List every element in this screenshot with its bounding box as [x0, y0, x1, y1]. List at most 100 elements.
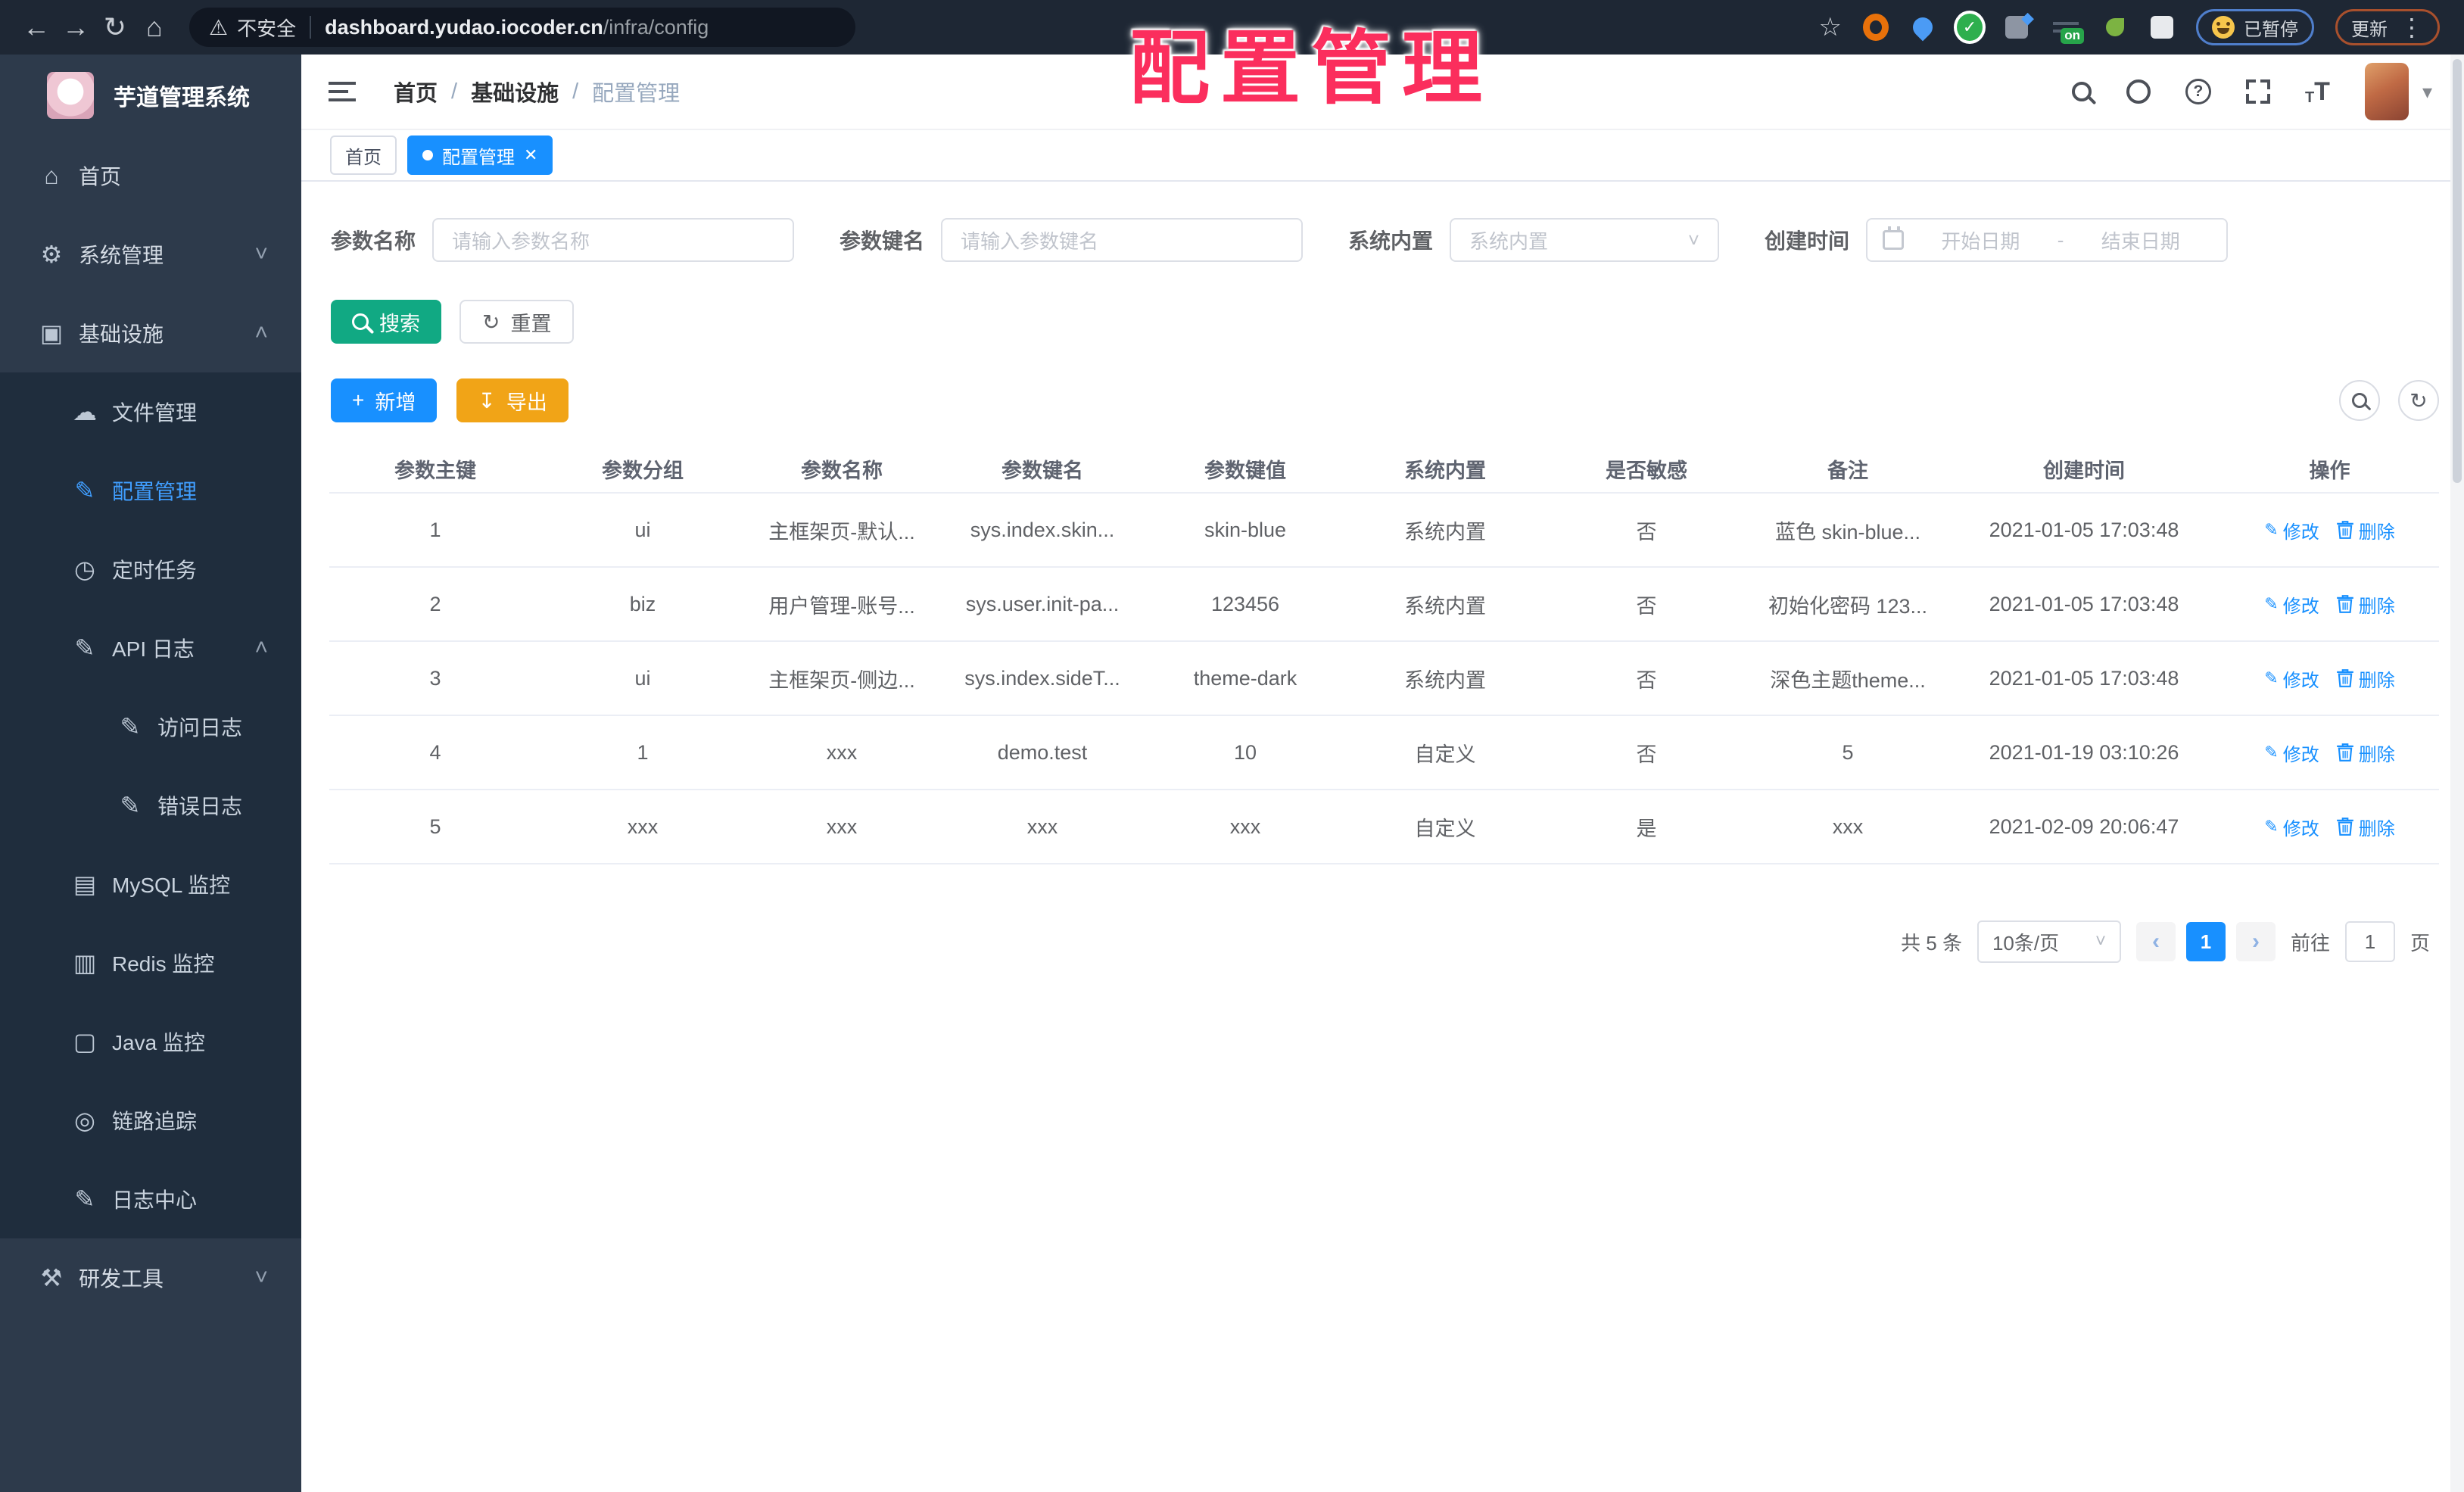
font-size-icon[interactable]: TT [2305, 77, 2330, 107]
security-warning-icon[interactable]: ⚠ [209, 15, 228, 40]
pagination: 共 5 条 10条/页 ˅ ‹ 1 › 前往 1 页 [301, 920, 2430, 963]
edit-link[interactable]: ✎ 修改 [2264, 814, 2319, 840]
sidebar-item-label: API 日志 [112, 637, 195, 661]
browser-menu-icon[interactable]: ⋮ [2400, 13, 2424, 42]
sidebar-item-文件管理[interactable]: ☁ 文件管理 [0, 372, 301, 451]
search-label: 搜索 [379, 312, 420, 335]
close-icon[interactable]: ✕ [524, 145, 537, 165]
chevron-up-icon: ˄ [254, 635, 268, 660]
table-cell: ui [634, 518, 651, 541]
table-cell: 否 [1636, 668, 1657, 692]
sidebar-item-访问日志[interactable]: ✎ 访问日志 [0, 687, 301, 766]
sidebar-item-API 日志[interactable]: ✎ API 日志 ˄ [0, 609, 301, 687]
fullscreen-icon[interactable] [2245, 79, 2270, 104]
ext-check-icon[interactable]: ✓ [1957, 14, 1983, 41]
ext-pin-icon[interactable] [1908, 13, 1937, 42]
sidebar-item-label: 研发工具 [79, 1267, 164, 1291]
current-page[interactable]: 1 [2185, 922, 2226, 961]
edit-link[interactable]: ✎ 修改 [2264, 591, 2319, 618]
sidebar-item-链路追踪[interactable]: ◎ 链路追踪 [0, 1081, 301, 1160]
bookmark-star-icon[interactable]: ☆ [1819, 12, 1842, 42]
page-size-select[interactable]: 10条/页 ˅ [1976, 920, 2121, 963]
magnifier-icon [352, 313, 369, 330]
table-cell: 主框架页-默认... [768, 520, 915, 544]
table-cell: sys.index.sideT... [964, 666, 1120, 690]
chevron-down-icon[interactable]: ▾ [2422, 80, 2432, 104]
gear-icon: ⚙ [40, 241, 63, 268]
sidebar-item-Java 监控[interactable]: ▢ Java 监控 [0, 1002, 301, 1081]
browser-update-button[interactable]: 更新 ⋮ [2335, 9, 2440, 45]
ext-puzzle-icon[interactable] [2149, 14, 2175, 40]
toggle-search-button[interactable] [2339, 380, 2380, 421]
sidebar-item-定时任务[interactable]: ◷ 定时任务 [0, 530, 301, 609]
app-logo-row[interactable]: 芋道管理系统 [0, 55, 301, 136]
forward-button[interactable]: → [56, 11, 95, 43]
back-button[interactable]: ← [17, 11, 56, 43]
reload-button[interactable]: ↻ [95, 11, 135, 43]
sidebar-toggle[interactable] [329, 82, 356, 101]
ext-on-badge-icon[interactable]: on [2051, 12, 2084, 44]
scrollbar[interactable] [2450, 55, 2464, 1492]
next-page-button[interactable]: › [2235, 922, 2276, 961]
magnifier-glyph [2071, 82, 2092, 101]
breadcrumb-item[interactable]: 基础设施 [471, 76, 559, 107]
scrollbar-thumb[interactable] [2453, 59, 2462, 483]
delete-link[interactable]: 删除 [2336, 665, 2395, 692]
refresh-table-button[interactable]: ↻ [2398, 380, 2439, 421]
breadcrumb-item[interactable]: 首页 [394, 76, 438, 107]
add-button[interactable]: + 新增 [331, 378, 438, 422]
sidebar-item-label: 基础设施 [79, 322, 164, 346]
sidebar-item-错误日志[interactable]: ✎ 错误日志 [0, 766, 301, 845]
table-cell: 是 [1636, 817, 1657, 840]
breadcrumb-item[interactable]: 配置管理 [592, 76, 680, 107]
column-header: 操作 [2309, 459, 2350, 482]
tab-首页[interactable]: 首页 [330, 135, 397, 175]
breadcrumb-separator: / [451, 79, 458, 104]
column-header: 是否敏感 [1606, 459, 1687, 482]
sidebar-item-Redis 监控[interactable]: ▥ Redis 监控 [0, 924, 301, 1002]
table-row: 5 xxx xxx xxx xxx 自定义 是 xxx 2021-02-09 20:06:47 ✎… [329, 790, 2439, 864]
sidebar-item-基础设施[interactable]: ▣ 基础设施 ˄ [0, 294, 301, 372]
edit-link[interactable]: ✎ 修改 [2264, 665, 2319, 692]
goto-page-input[interactable]: 1 [2344, 921, 2395, 962]
reset-button[interactable]: ↻ 重置 [459, 300, 575, 344]
sidebar-item-配置管理[interactable]: ✎ 配置管理 [0, 451, 301, 530]
ext-leaf-icon[interactable] [2102, 14, 2128, 40]
delete-link[interactable]: 删除 [2336, 740, 2395, 766]
date-range-picker[interactable]: 开始日期 - 结束日期 [1866, 218, 2229, 262]
sidebar-item-首页[interactable]: ⌂ 首页 [0, 136, 301, 215]
ext-orange-icon[interactable] [1863, 14, 1889, 41]
home-button[interactable]: ⌂ [135, 11, 174, 43]
help-icon[interactable]: ? [2185, 79, 2211, 104]
url-host: dashboard.yudao.iocoder.cn [325, 15, 603, 39]
github-icon[interactable] [2126, 79, 2151, 104]
edit-icon: ✎ [2264, 594, 2279, 613]
sidebar-item-研发工具[interactable]: ⚒ 研发工具 ˅ [0, 1238, 301, 1317]
url-path: /infra/config [603, 15, 709, 39]
avatar[interactable] [2364, 63, 2409, 120]
search-icon[interactable] [2071, 82, 2092, 101]
builtin-select[interactable]: 系统内置 ˅ [1450, 218, 1720, 262]
delete-link[interactable]: 删除 [2336, 517, 2395, 544]
ext-puzzle-blue-icon[interactable] [2004, 14, 2029, 40]
calendar-icon [1883, 226, 1905, 250]
edit-link[interactable]: ✎ 修改 [2264, 517, 2319, 544]
edit-link[interactable]: ✎ 修改 [2264, 740, 2319, 766]
search-button[interactable]: 搜索 [331, 300, 441, 344]
sidebar-item-系统管理[interactable]: ⚙ 系统管理 ˅ [0, 215, 301, 294]
paused-extension-badge[interactable]: 已暂停 [2196, 9, 2314, 45]
table-cell: 123456 [1210, 592, 1280, 615]
prev-page-button[interactable]: ‹ [2135, 922, 2176, 961]
param-name-input[interactable]: 请输入参数名称 [432, 218, 795, 262]
delete-link[interactable]: 删除 [2336, 591, 2395, 618]
column-header: 参数键名 [1001, 459, 1083, 482]
table-cell: demo.test [997, 740, 1088, 764]
sidebar-item-日志中心[interactable]: ✎ 日志中心 [0, 1160, 301, 1238]
param-key-input[interactable]: 请输入参数键名 [941, 218, 1304, 262]
sidebar-item-MySQL 监控[interactable]: ▤ MySQL 监控 [0, 845, 301, 924]
table-cell: 1 [637, 740, 649, 764]
tab-配置管理[interactable]: 配置管理 ✕ [407, 135, 553, 175]
export-button[interactable]: ↧ 导出 [456, 378, 568, 422]
address-bar[interactable]: ⚠ 不安全 dashboard.yudao.iocoder.cn/infra/c… [189, 8, 855, 47]
delete-link[interactable]: 删除 [2336, 814, 2395, 840]
